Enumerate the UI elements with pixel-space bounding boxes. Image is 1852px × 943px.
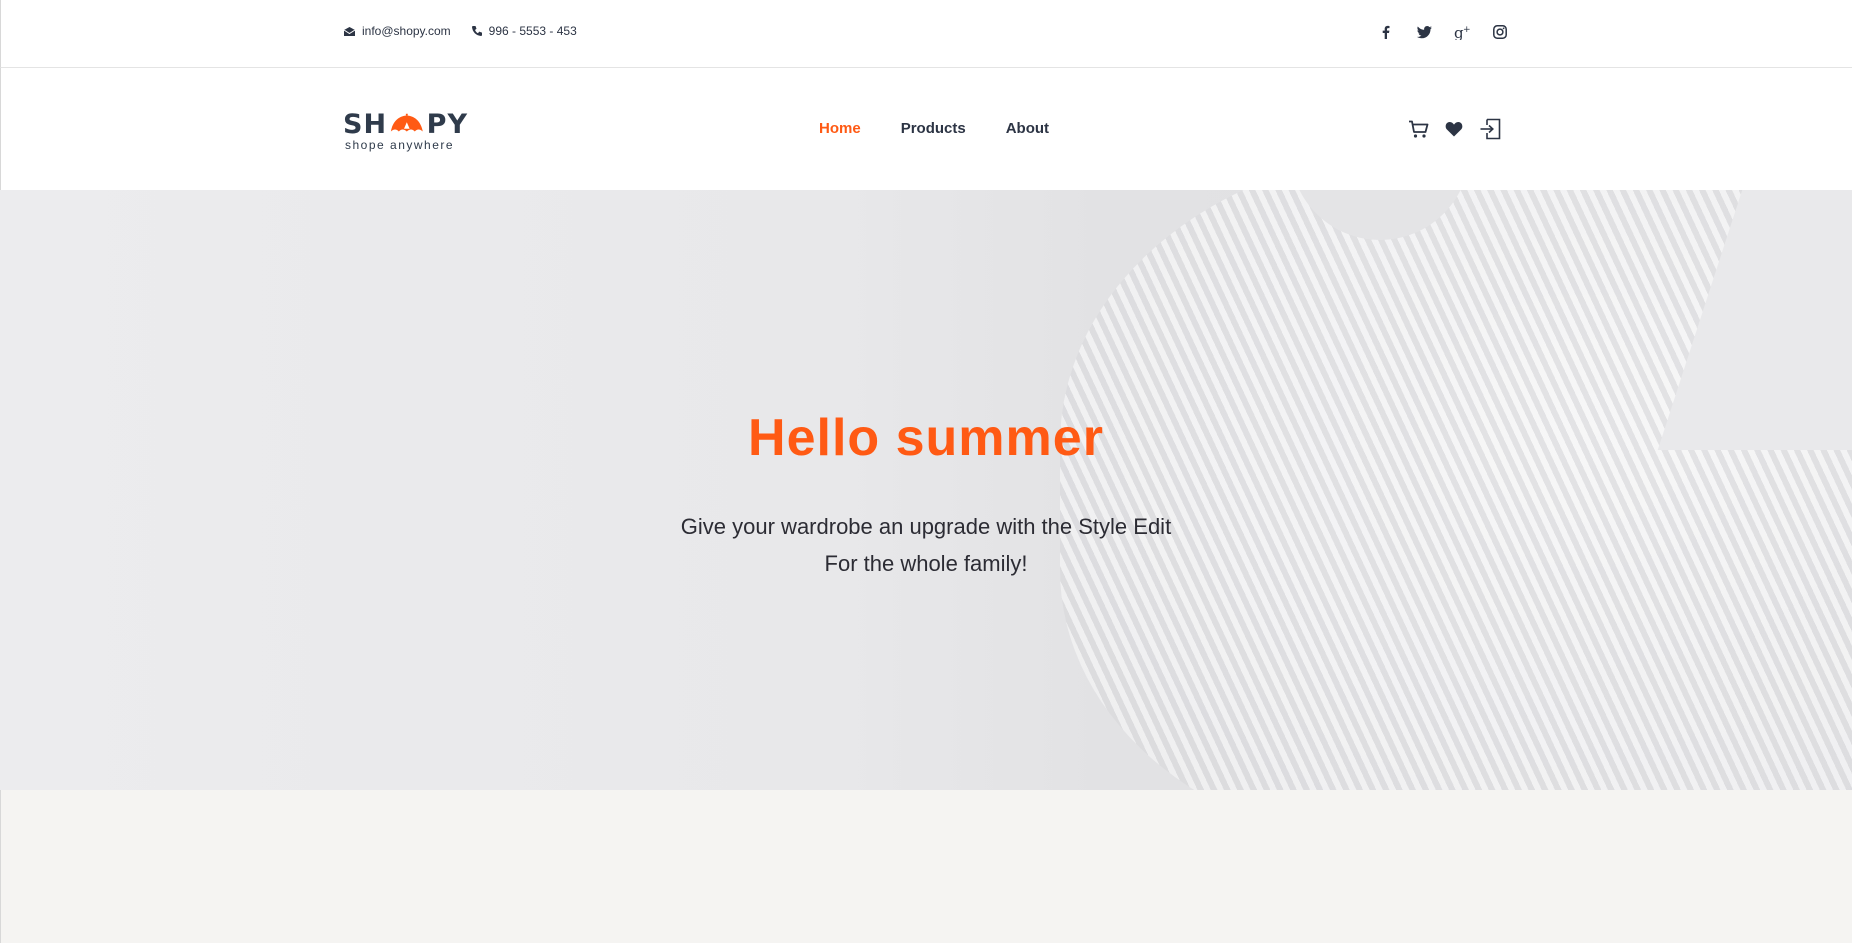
content-section xyxy=(0,790,1852,943)
hero-banner: Hello summer Give your wardrobe an upgra… xyxy=(0,190,1852,790)
facebook-icon[interactable] xyxy=(1376,22,1396,42)
logo-tagline: shope anywhere xyxy=(345,138,455,152)
logo[interactable]: SH PY shope anywhere xyxy=(343,109,468,153)
nav-products[interactable]: Products xyxy=(901,120,966,137)
nav-about[interactable]: About xyxy=(1006,120,1049,137)
cart-icon[interactable] xyxy=(1406,117,1430,141)
email-contact[interactable]: info@shopy.com xyxy=(343,24,451,38)
main-menu: Home Products About xyxy=(819,120,1089,137)
hero-title: Hello summer xyxy=(748,409,1104,467)
logo-text-left: SH xyxy=(343,109,388,140)
hero-subtitle-line-1: Give your wardrobe an upgrade with the S… xyxy=(680,514,1172,539)
instagram-icon[interactable] xyxy=(1490,22,1510,42)
hero-subtitle: Give your wardrobe an upgrade with the S… xyxy=(0,508,1852,582)
contact-info: info@shopy.com 996 - 5553 - 453 xyxy=(343,24,597,38)
nav-home[interactable]: Home xyxy=(819,120,861,137)
hero-subtitle-line-2: For the whole family! xyxy=(824,551,1028,576)
nav-actions xyxy=(1394,117,1502,141)
svg-text:+: + xyxy=(1463,25,1471,35)
main-navbar: SH PY shope anywhere Home Products About xyxy=(0,68,1852,190)
envelope-icon xyxy=(343,26,356,36)
heart-icon[interactable] xyxy=(1442,117,1466,141)
email-text: info@shopy.com xyxy=(362,24,451,38)
twitter-icon[interactable] xyxy=(1414,22,1434,42)
google-plus-icon[interactable]: g + xyxy=(1452,22,1472,42)
logo-text-right: PY xyxy=(426,109,468,140)
phone-icon xyxy=(471,26,482,36)
umbrella-logo-icon xyxy=(390,113,423,132)
social-links: g + xyxy=(1358,22,1510,42)
login-icon[interactable] xyxy=(1478,117,1502,141)
top-bar: info@shopy.com 996 - 5553 - 453 g + xyxy=(0,0,1852,68)
phone-text: 996 - 5553 - 453 xyxy=(488,24,577,38)
phone-contact[interactable]: 996 - 5553 - 453 xyxy=(471,24,577,38)
